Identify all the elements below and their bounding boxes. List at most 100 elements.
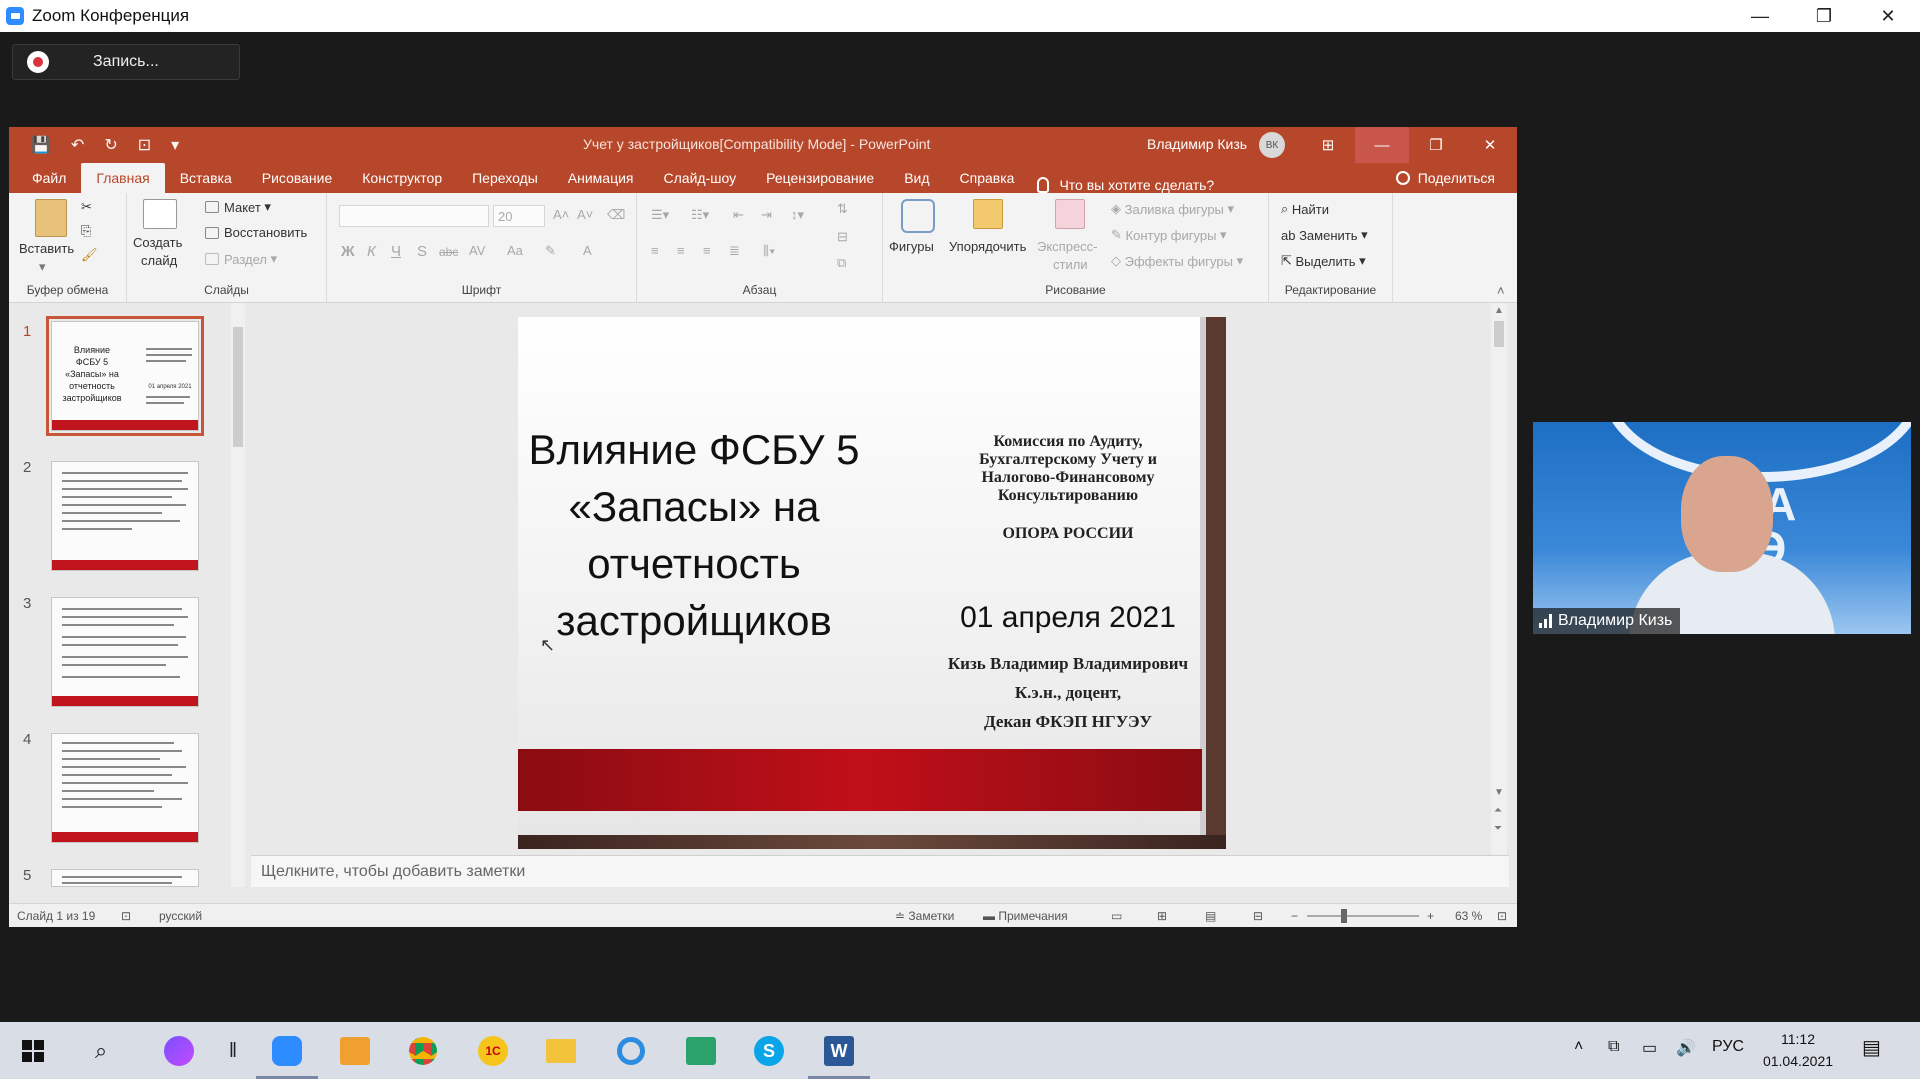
replace-button[interactable]: ab Заменить ▾ xyxy=(1281,227,1368,243)
reading-view-icon[interactable]: ▤ xyxy=(1205,909,1216,923)
volume-icon[interactable]: 🔊 xyxy=(1676,1038,1696,1058)
internet-explorer-icon[interactable] xyxy=(614,1034,648,1068)
slide-sorter-icon[interactable]: ⊞ xyxy=(1157,909,1167,923)
start-button[interactable] xyxy=(16,1034,50,1068)
slide-org-name[interactable]: ОПОРА РОССИИ xyxy=(948,525,1188,543)
task-view-icon[interactable]: ‖ xyxy=(216,1034,250,1068)
smartart-icon[interactable]: ⧉ xyxy=(837,255,846,271)
slide-thumbnail-5[interactable] xyxy=(51,869,199,887)
file-explorer-icon[interactable] xyxy=(544,1034,578,1068)
skype-icon[interactable]: S xyxy=(752,1034,786,1068)
shape-fill-button[interactable]: ◈ Заливка фигуры ▾ xyxy=(1111,201,1234,217)
notes-placeholder[interactable]: Щелкните, чтобы добавить заметки xyxy=(261,863,525,881)
line-spacing-icon[interactable]: ↕▾ xyxy=(791,207,804,223)
strikethrough-button[interactable]: abc xyxy=(439,245,458,259)
tray-expand-icon[interactable]: ˄ xyxy=(1574,1038,1583,1056)
meet-now-icon[interactable]: ⧉ xyxy=(1608,1038,1619,1056)
redo-icon[interactable]: ↻ xyxy=(104,135,117,155)
slide-thumbnail-1[interactable]: Влияние ФСБУ 5 «Запасы» на отчетность за… xyxy=(46,316,204,436)
slide-thumbnail-3[interactable] xyxy=(51,597,199,707)
zoom-in-icon[interactable]: + xyxy=(1427,909,1434,923)
font-name-input[interactable] xyxy=(339,205,489,227)
search-icon[interactable]: ⌕ xyxy=(84,1034,118,1068)
pp-minimize-button[interactable]: — xyxy=(1355,127,1409,163)
italic-button[interactable]: К xyxy=(367,243,376,260)
tab-file[interactable]: Файл xyxy=(17,163,81,193)
clear-format-icon[interactable]: ⌫ xyxy=(607,207,625,223)
pp-user-name[interactable]: Владимир Кизь xyxy=(1147,136,1247,152)
quick-styles-button[interactable]: Экспресс- xyxy=(1037,239,1098,254)
1c-icon[interactable]: 1С xyxy=(476,1034,510,1068)
participant-video[interactable]: ФА КЭ Владимир Кизь xyxy=(1533,422,1911,634)
slide-title[interactable]: Влияние ФСБУ 5 «Запасы» на отчетность за… xyxy=(524,421,864,649)
select-button[interactable]: ⇱ Выделить ▾ xyxy=(1281,253,1366,269)
grow-font-icon[interactable]: A˄ xyxy=(553,207,569,222)
pp-restore-button[interactable]: ❐ xyxy=(1409,127,1463,163)
paste-icon[interactable] xyxy=(35,199,67,237)
editor-scrollbar[interactable]: ▲ ▼ ⏶ ⏷ xyxy=(1491,303,1507,855)
slide-author[interactable]: Кизь Владимир Владимирович К.э.н., доцен… xyxy=(928,649,1208,736)
format-painter-icon[interactable]: 🖌 xyxy=(81,247,98,263)
zoom-slider-thumb[interactable] xyxy=(1341,909,1347,923)
shapes-icon[interactable] xyxy=(901,199,935,233)
underline-button[interactable]: Ч xyxy=(391,243,401,260)
ribbon-display-icon[interactable]: ⊞ xyxy=(1301,127,1355,163)
tab-insert[interactable]: Вставка xyxy=(165,163,247,193)
zoom-out-icon[interactable]: − xyxy=(1291,909,1298,923)
next-slide-icon[interactable]: ⏷ xyxy=(1494,823,1502,834)
shapes-button[interactable]: Фигуры xyxy=(889,239,934,254)
arrange-icon[interactable] xyxy=(973,199,1003,229)
pp-close-button[interactable]: ✕ xyxy=(1463,127,1517,163)
zoom-level[interactable]: 63 % xyxy=(1455,909,1482,923)
input-language[interactable]: РУС xyxy=(1712,1038,1744,1056)
shape-effects-button[interactable]: ◇ Эффекты фигуры ▾ xyxy=(1111,253,1243,269)
tab-transitions[interactable]: Переходы xyxy=(457,163,553,193)
copy-icon[interactable]: ⎘ xyxy=(81,223,91,239)
quick-styles-icon[interactable] xyxy=(1055,199,1085,229)
fit-to-window-icon[interactable]: ⊡ xyxy=(1497,909,1507,923)
tell-me-box[interactable]: Что вы хотите сделать? xyxy=(1037,177,1214,193)
spelling-icon[interactable]: ⊡ xyxy=(121,909,131,923)
bold-button[interactable]: Ж xyxy=(341,243,355,260)
scroll-down-icon[interactable]: ▼ xyxy=(1494,787,1504,798)
align-left-icon[interactable]: ≡ xyxy=(651,243,659,258)
layout-button[interactable]: Макет ▾ xyxy=(205,199,271,215)
thumbnail-scrollbar[interactable] xyxy=(231,303,245,887)
columns-icon[interactable]: ⫼▾ xyxy=(763,243,775,259)
align-right-icon[interactable]: ≡ xyxy=(703,243,711,258)
minimize-button[interactable]: — xyxy=(1728,0,1792,32)
thumbnail-scroll-thumb[interactable] xyxy=(233,327,243,447)
numbering-icon[interactable]: ☷▾ xyxy=(691,207,709,223)
close-button[interactable]: ✕ xyxy=(1856,0,1920,32)
paste-dropdown-icon[interactable]: ▾ xyxy=(39,259,46,275)
present-icon[interactable]: ⊡ xyxy=(138,135,151,155)
save-icon[interactable]: 💾 xyxy=(31,135,51,155)
new-slide-button-line2[interactable]: слайд xyxy=(141,253,177,268)
cut-icon[interactable]: ✂ xyxy=(81,199,92,215)
tab-slideshow[interactable]: Слайд-шоу xyxy=(649,163,752,193)
avatar[interactable]: ВК xyxy=(1259,132,1285,158)
tab-home[interactable]: Главная xyxy=(81,163,165,193)
slide-thumbnail-4[interactable] xyxy=(51,733,199,843)
change-case-button[interactable]: Aa xyxy=(507,243,523,258)
new-slide-icon[interactable] xyxy=(143,199,177,229)
notes-toggle[interactable]: ≐ Заметки xyxy=(895,909,954,923)
normal-view-icon[interactable]: ▭ xyxy=(1111,909,1122,923)
assistant-icon[interactable] xyxy=(162,1034,196,1068)
char-spacing-button[interactable]: AV xyxy=(469,243,485,258)
comments-toggle[interactable]: ▬ Примечания xyxy=(983,909,1068,923)
tab-help[interactable]: Справка xyxy=(945,163,1030,193)
find-button[interactable]: ⌕ Найти xyxy=(1281,201,1329,217)
slide-thumbnail-2[interactable] xyxy=(51,461,199,571)
clock[interactable]: 11:12 01.04.2021 xyxy=(1758,1028,1838,1072)
paste-button[interactable]: Вставить xyxy=(19,241,74,256)
slide-editor[interactable]: Влияние ФСБУ 5 «Запасы» на отчетность за… xyxy=(251,303,1509,855)
shrink-font-icon[interactable]: A˅ xyxy=(577,207,593,222)
section-button[interactable]: Раздел ▾ xyxy=(205,251,277,267)
increase-indent-icon[interactable]: ⇥ xyxy=(761,207,772,223)
current-slide[interactable]: Влияние ФСБУ 5 «Запасы» на отчетность за… xyxy=(518,317,1226,849)
scroll-up-icon[interactable]: ▲ xyxy=(1494,305,1504,316)
previous-slide-icon[interactable]: ⏶ xyxy=(1494,805,1502,816)
editor-scroll-thumb[interactable] xyxy=(1494,321,1504,347)
reset-button[interactable]: Восстановить xyxy=(205,225,307,240)
